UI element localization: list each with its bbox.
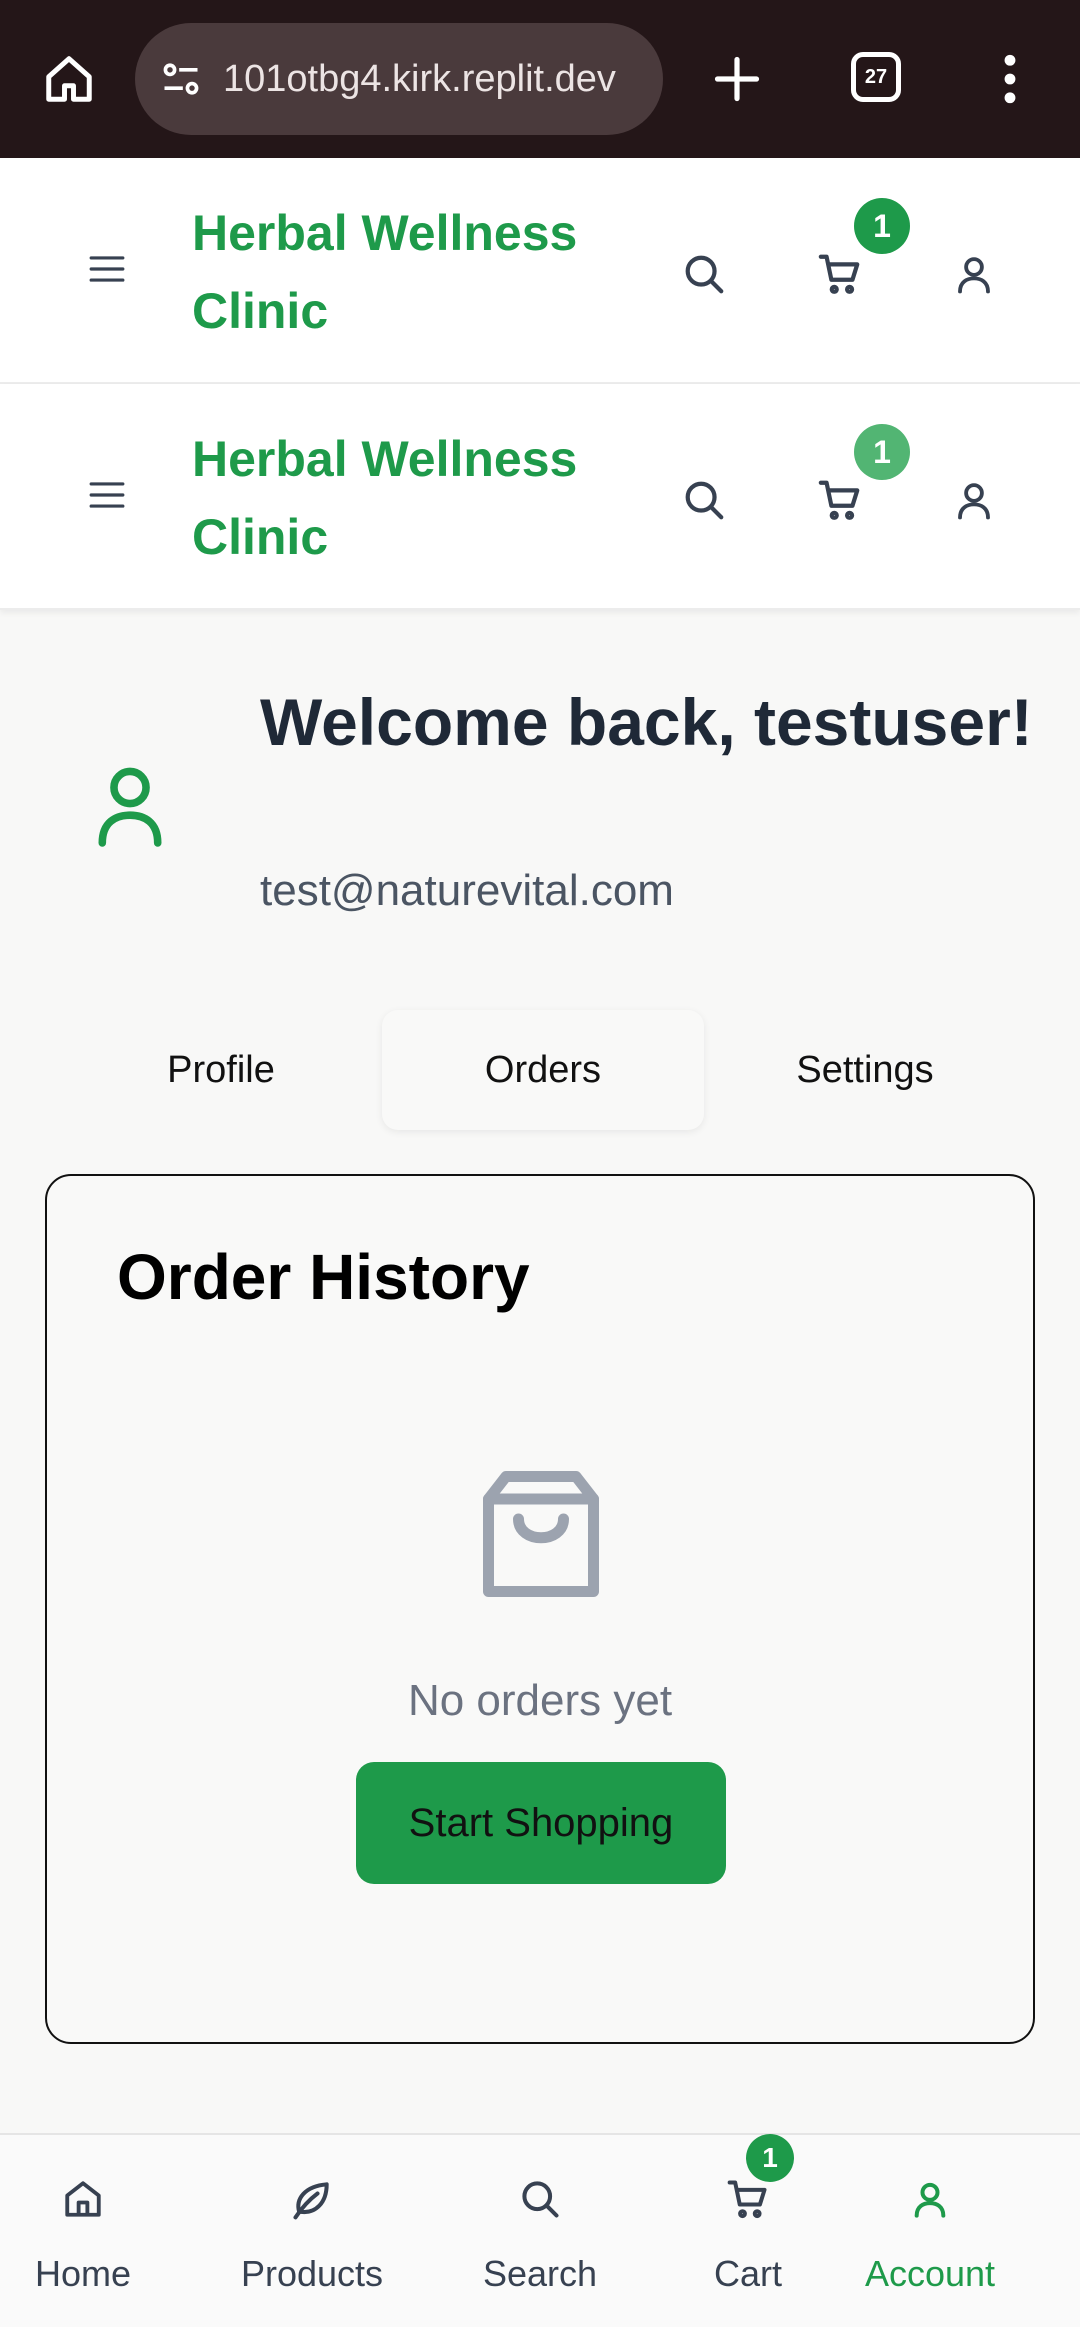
search-icon	[432, 2169, 648, 2229]
new-tab-icon[interactable]	[702, 44, 772, 114]
order-history-title: Order History	[117, 1241, 530, 1313]
site-settings-icon[interactable]	[157, 55, 205, 103]
nav-products-label: Products	[240, 2253, 384, 2294]
nav-search-label: Search	[482, 2253, 598, 2294]
shopping-bag-icon	[477, 1466, 605, 1602]
empty-orders-text: No orders yet	[407, 1676, 673, 1725]
browser-home-icon[interactable]	[34, 44, 104, 114]
cart-count-badge: 1	[854, 424, 910, 480]
account-tabs: Profile Orders Settings	[60, 1010, 1026, 1130]
welcome-heading: Welcome back, testuser!	[260, 685, 1033, 759]
nav-search[interactable]: Search	[432, 2135, 648, 2327]
tab-settings[interactable]: Settings	[704, 1010, 1026, 1130]
brand-logo-text[interactable]: Herbal Wellness Clinic	[192, 420, 632, 576]
sticky-site-header: Herbal Wellness Clinic 1	[0, 384, 1080, 610]
home-icon	[0, 2169, 191, 2229]
menu-icon[interactable]	[82, 244, 132, 294]
nav-account[interactable]: Account	[822, 2135, 1038, 2327]
user-avatar-icon	[90, 760, 170, 850]
address-bar[interactable]: 101otbg4.kirk.replit.dev	[135, 23, 663, 135]
start-shopping-button[interactable]: Start Shopping	[356, 1762, 726, 1884]
nav-products[interactable]: Products	[204, 2135, 420, 2327]
menu-icon[interactable]	[82, 470, 132, 520]
cart-icon[interactable]	[808, 244, 872, 304]
tab-orders[interactable]: Orders	[382, 1010, 704, 1130]
tab-profile[interactable]: Profile	[60, 1010, 382, 1130]
nav-account-label: Account	[864, 2253, 996, 2294]
user-icon	[822, 2169, 1038, 2229]
browser-menu-icon[interactable]	[990, 44, 1030, 114]
bottom-navigation: Home Products Search Cart Account	[0, 2133, 1080, 2327]
user-icon[interactable]	[944, 244, 1004, 304]
nav-home-label: Home	[34, 2253, 132, 2294]
user-icon[interactable]	[944, 470, 1004, 530]
url-text: 101otbg4.kirk.replit.dev	[223, 57, 616, 100]
site-header: Herbal Wellness Clinic 1	[0, 158, 1080, 384]
cart-count-badge: 1	[854, 198, 910, 254]
cart-icon[interactable]	[808, 470, 872, 530]
search-icon[interactable]	[674, 470, 734, 530]
browser-toolbar: 101otbg4.kirk.replit.dev 27	[0, 0, 1080, 158]
search-icon[interactable]	[674, 244, 734, 304]
brand-logo-text[interactable]: Herbal Wellness Clinic	[192, 194, 632, 350]
order-history-card: Order History No orders yet Start Shoppi…	[45, 1174, 1035, 2044]
tab-switcher-button[interactable]: 27	[851, 52, 901, 102]
user-email: test@naturevital.com	[260, 866, 674, 915]
nav-cart-badge: 1	[746, 2134, 794, 2182]
leaf-icon	[204, 2169, 420, 2229]
nav-home[interactable]: Home	[0, 2135, 191, 2327]
